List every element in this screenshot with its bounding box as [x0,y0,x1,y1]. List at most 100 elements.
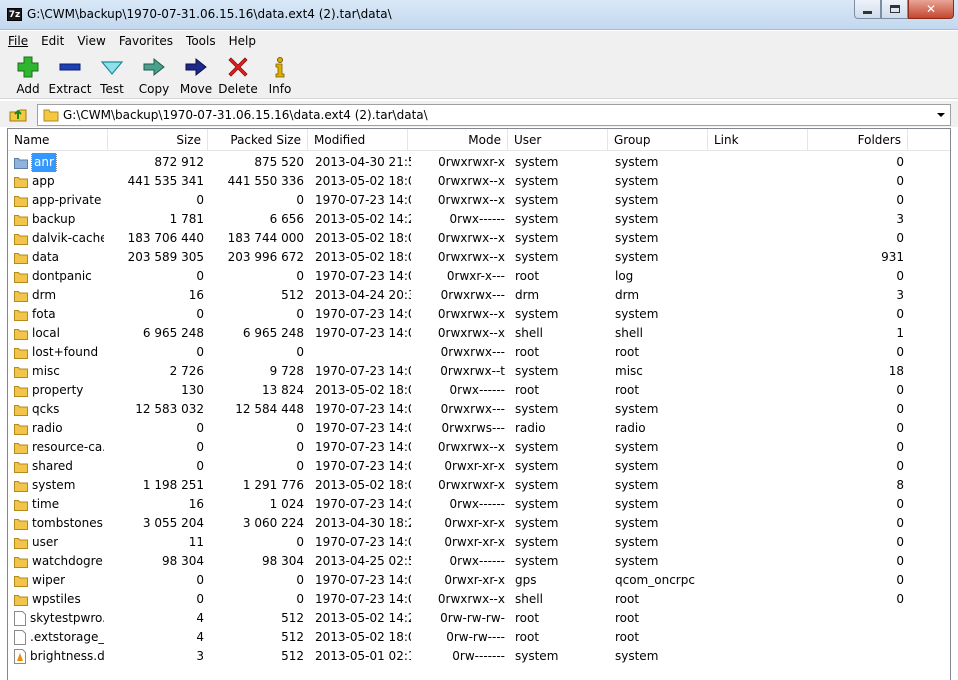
chevron-down-icon[interactable] [937,113,945,117]
user-cell: root [515,269,540,283]
info-button[interactable]: Info [259,51,301,98]
link-cell [715,419,811,438]
group-cell: system [615,516,659,530]
list-item[interactable]: data 203 589 305 203 996 672 2013-05-02 18:… [8,248,950,267]
list-item[interactable]: resource-ca... 0 0 1970-07-23 14:05 0rwxrwx-… [8,438,950,457]
column-header-user[interactable]: User [508,129,608,151]
folders-cell: 0 [896,155,904,169]
minimize-button[interactable] [854,0,881,19]
packed-size-cell: 441 550 336 [227,174,304,188]
list-item[interactable]: time 16 1 024 1970-07-23 14:06 0rwx------ sys… [8,495,950,514]
column-header-mode[interactable]: Mode [408,129,508,151]
list-item[interactable]: lost+found 0 0 0rwxrwx--- root root 0 [8,343,950,362]
folder-icon [14,480,28,492]
list-item[interactable]: .extstorage_... 4 512 2013-05-02 18:08 0rw-r… [8,628,950,647]
user-cell: root [515,630,540,644]
list-item[interactable]: watchdogre... 98 304 98 304 2013-04-25 02:5… [8,552,950,571]
7z-app-icon[interactable]: 7z [7,8,22,21]
name-cell: misc [14,362,104,381]
size-cell: 441 535 341 [127,174,204,188]
list-item[interactable]: user 11 0 1970-07-23 14:05 0rwxr-xr-x system s… [8,533,950,552]
group-cell: root [615,345,640,359]
window-title: G:\CWM\backup\1970-07-31.06.15.16\data.e… [27,7,392,21]
packed-size-cell: 512 [281,649,304,663]
name-cell: app-private [14,191,104,210]
tool-label: Add [16,82,40,96]
list-item[interactable]: misc 2 726 9 728 1970-07-23 14:05 0rwxrwx--t… [8,362,950,381]
modified-cell: 2013-05-02 18:08 [315,630,411,644]
address-field[interactable]: G:\CWM\backup\1970-07-31.06.15.16\data.e… [37,104,951,126]
close-button[interactable]: ✕ [908,0,954,19]
list-item[interactable]: property 130 13 824 2013-05-02 18:05 0rwx---… [8,381,950,400]
list-item[interactable]: system 1 198 251 1 291 776 2013-05-02 18:09… [8,476,950,495]
group-cell: root [615,383,640,397]
group-cell: system [615,478,659,492]
column-header-folders[interactable]: Folders [808,129,908,151]
folders-cell: 8 [896,478,904,492]
menu-file[interactable]: File [8,34,28,48]
list-item[interactable]: qcks 12 583 032 12 584 448 1970-07-23 14:05… [8,400,950,419]
folders-cell: 3 [896,212,904,226]
list-header: Name Size Packed Size Modified Mode User… [8,129,950,151]
menu-edit[interactable]: Edit [41,34,64,48]
list-item[interactable]: dontpanic 0 0 1970-07-23 14:05 0rwxr-x--- roo… [8,267,950,286]
folder-icon [14,575,28,587]
menu-tools[interactable]: Tools [186,34,216,48]
delete-button[interactable]: Delete [217,51,259,98]
file-name: wpstiles [32,592,81,606]
size-cell: 11 [188,535,204,549]
menu-view[interactable]: View [77,34,105,48]
column-header-name[interactable]: Name [8,129,108,151]
tool-label: Test [100,82,124,96]
copy-button[interactable]: Copy [133,51,175,98]
list-item[interactable]: drm 16 512 2013-04-24 20:32 0rwxrwx--- drm drm… [8,286,950,305]
folder-up-icon[interactable] [8,105,28,123]
list-item[interactable]: anr 872 912 875 520 2013-04-30 21:55 0rwxrwx… [8,153,950,172]
modified-cell [315,343,411,362]
column-header-link[interactable]: Link [708,129,808,151]
folders-cell [808,609,904,628]
add-button[interactable]: Add [7,51,49,98]
list-item[interactable]: tombstones 3 055 204 3 060 224 2013-04-30 1… [8,514,950,533]
size-cell: 0 [196,193,204,207]
column-header-size[interactable]: Size [108,129,208,151]
list-item[interactable]: shared 0 0 1970-07-23 14:05 0rwxr-xr-x system… [8,457,950,476]
column-header-packed-size[interactable]: Packed Size [208,129,308,151]
size-cell: 0 [196,345,204,359]
title-bar: 7z G:\CWM\backup\1970-07-31.06.15.16\dat… [0,0,958,30]
list-item[interactable]: local 6 965 248 6 965 248 1970-07-23 14:05 0… [8,324,950,343]
name-cell: .extstorage_... [14,628,104,647]
list-item[interactable]: radio 0 0 1970-07-23 14:05 0rwxrws--- radio ra… [8,419,950,438]
maximize-button[interactable] [881,0,908,19]
file-name: property [32,383,84,397]
list-item[interactable]: wiper 0 0 1970-07-23 14:05 0rwxr-xr-x gps qcom… [8,571,950,590]
folder-icon [14,423,28,435]
list-item[interactable]: app-private 0 0 1970-07-23 14:05 0rwxrwx--x s… [8,191,950,210]
list-item[interactable]: skytestpwro... 4 512 2013-05-02 14:24 0rw-rw… [8,609,950,628]
list-item[interactable]: brightness.dat 3 512 2013-05-01 02:16 0rw---… [8,647,950,666]
list-item[interactable]: fota 0 0 1970-07-23 14:05 0rwxrwx--x system sy… [8,305,950,324]
list-item[interactable]: app 441 535 341 441 550 336 2013-05-02 18: 0… [8,172,950,191]
modified-cell: 2013-04-30 18:27 [315,516,411,530]
column-header-modified[interactable]: Modified [308,129,408,151]
file-list[interactable]: Name Size Packed Size Modified Mode User… [7,128,951,680]
name-cell: anr [14,153,104,172]
packed-size-cell: 98 304 [262,554,304,568]
list-item[interactable]: backup 1 781 6 656 2013-05-02 14:24 0rwx----… [8,210,950,229]
folders-cell: 0 [896,497,904,511]
size-cell: 4 [196,611,204,625]
extract-button[interactable]: Extract [49,51,92,98]
link-cell [715,400,811,419]
column-header-group[interactable]: Group [608,129,708,151]
name-cell: radio [14,419,104,438]
menu-favorites[interactable]: Favorites [119,34,173,48]
packed-size-cell: 0 [296,269,304,283]
user-cell: system [515,155,559,169]
folders-cell: 0 [896,535,904,549]
list-item[interactable]: wpstiles 0 0 1970-07-23 14:05 0rwxrwx--x shel… [8,590,950,609]
move-button[interactable]: Move [175,51,217,98]
test-button[interactable]: Test [91,51,133,98]
list-item[interactable]: dalvik-cache 183 706 440 183 744 000 2013-0… [8,229,950,248]
folder-icon [14,328,28,340]
menu-help[interactable]: Help [229,34,256,48]
